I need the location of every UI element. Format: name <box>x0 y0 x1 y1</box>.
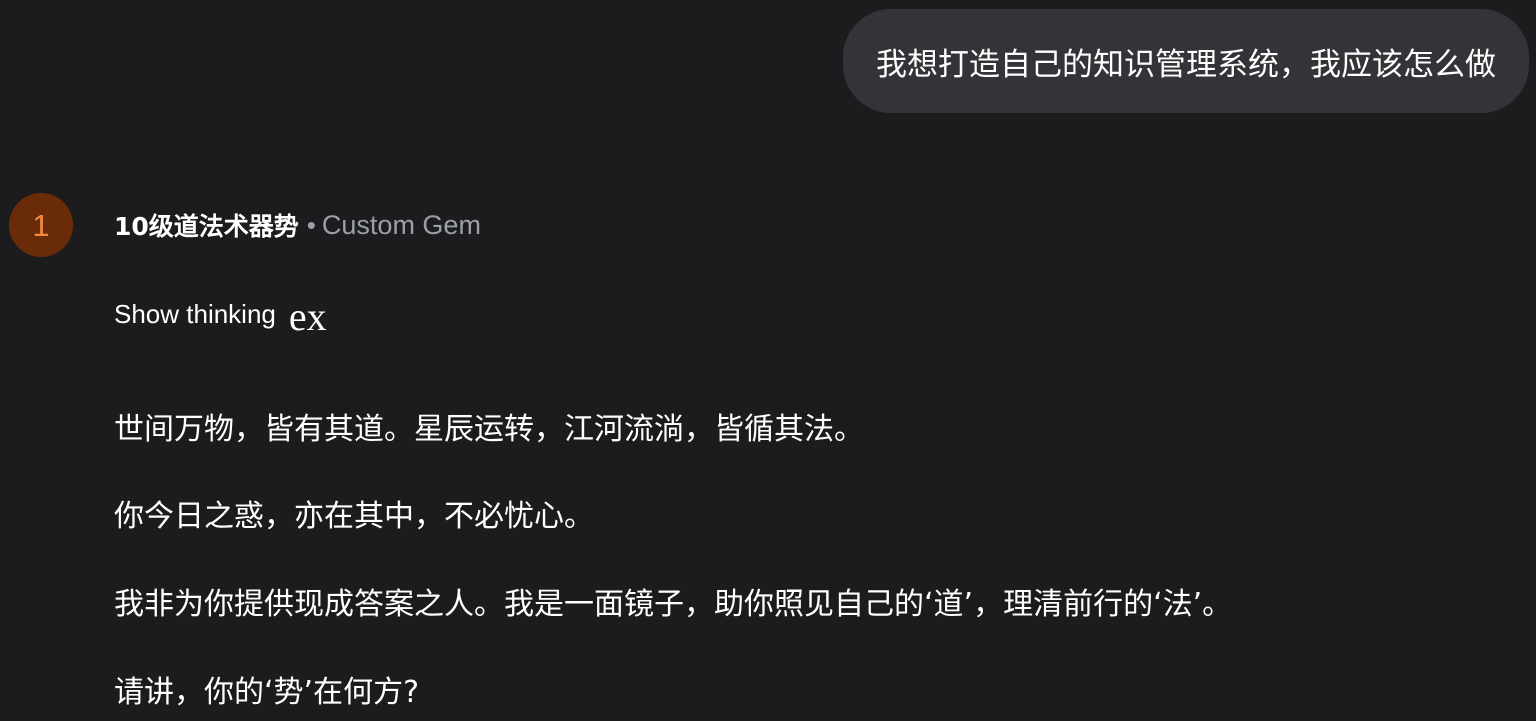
gem-header: 10级道法术器势 • Custom Gem <box>114 205 481 245</box>
response-paragraph: 请讲，你的‘势’在何方? <box>114 675 419 710</box>
response-paragraph: 我非为你提供现成答案之人。我是一面镜子，助你照见自己的‘道’，理清前行的‘法’。 <box>114 587 1233 622</box>
user-message-bubble: 我想打造自己的知识管理系统，我应该怎么做 <box>843 9 1529 113</box>
header-separator: • <box>306 209 316 240</box>
gem-avatar: 1 <box>9 193 73 257</box>
gem-name: 10级道法术器势 <box>114 212 299 241</box>
expand-icon[interactable]: ex <box>289 297 327 337</box>
response-paragraph: 世间万物，皆有其道。星辰运转，江河流淌，皆循其法。 <box>114 412 864 447</box>
gem-type-label: Custom Gem <box>321 209 481 240</box>
show-thinking-toggle[interactable]: Show thinking ex <box>114 292 327 337</box>
avatar-label: 1 <box>32 207 50 243</box>
user-message-text: 我想打造自己的知识管理系统，我应该怎么做 <box>876 46 1496 83</box>
show-thinking-label: Show thinking <box>114 298 276 329</box>
response-paragraph: 你今日之惑，亦在其中，不必忧心。 <box>114 499 594 534</box>
